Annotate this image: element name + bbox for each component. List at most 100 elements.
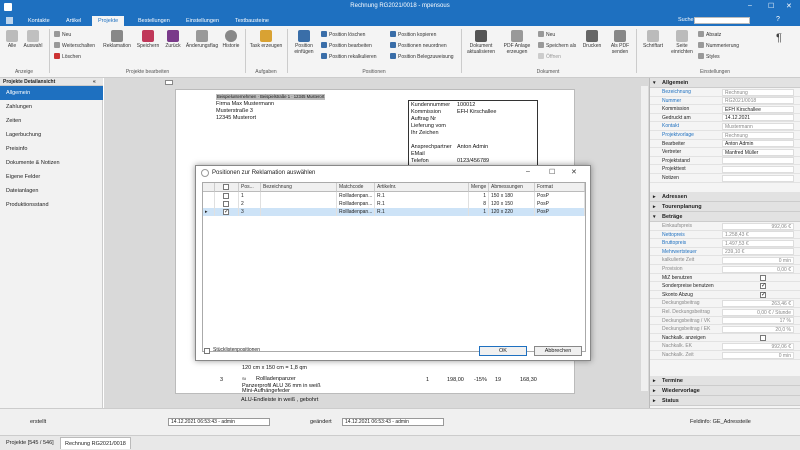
collapse-icon[interactable]: « — [93, 78, 96, 86]
maximize-icon[interactable]: ☐ — [549, 168, 555, 176]
absatz-button[interactable]: Absatz — [698, 31, 721, 38]
historie-button[interactable]: Historie — [220, 30, 242, 49]
table-row[interactable]: 2 Rollladenpan... R.1 8 120 x 150 PosP — [203, 200, 585, 208]
field-value[interactable]: Manfred Müller — [722, 148, 794, 156]
tab-kontakte[interactable]: Kontakte — [22, 16, 56, 26]
tab-einstellungen[interactable]: Einstellungen — [180, 16, 225, 26]
select-all-checkbox[interactable] — [223, 184, 229, 190]
field-value[interactable]: 20,0 % — [722, 325, 794, 333]
weiterschalten-button[interactable]: Weiterschalten — [54, 42, 95, 49]
field-value[interactable]: 0 min — [722, 351, 794, 359]
field-value[interactable]: 17 % — [722, 317, 794, 325]
maximize-icon[interactable]: ☐ — [768, 2, 774, 10]
field-value[interactable]: 0,00 € — [722, 265, 794, 273]
field-value[interactable]: 992,06 € — [722, 222, 794, 230]
nav-item-preisinfo[interactable]: Preisinfo — [0, 142, 103, 156]
oeffnen-button[interactable]: Öffnen — [538, 53, 561, 60]
drucken-button[interactable]: Drucken — [580, 30, 604, 49]
position-rekalkulieren-button[interactable]: Position rekalkulieren — [321, 53, 377, 60]
field-label[interactable]: Nummer — [662, 97, 681, 106]
field-value[interactable]: Rechnung — [722, 131, 794, 139]
field-value[interactable]: 0,00 € / Stunde — [722, 308, 794, 316]
field-value[interactable]: 14.12.2021 — [722, 114, 794, 122]
nav-item-zeiten[interactable]: Zeiten — [0, 114, 103, 128]
reklamation-button[interactable]: Reklamation — [102, 30, 132, 49]
auswahl-button[interactable]: Auswahl — [22, 30, 44, 49]
field-value[interactable]: 992,06 € — [722, 342, 794, 350]
field-value[interactable] — [722, 157, 794, 165]
section-betraege[interactable]: ▾ Beträge — [650, 212, 800, 222]
schriftart-button[interactable]: Schriftart — [638, 30, 668, 49]
minimize-icon[interactable]: – — [748, 2, 752, 9]
section-status[interactable]: ▸ Status — [650, 396, 800, 406]
field-label[interactable]: Bruttopreis — [662, 239, 686, 248]
field-checkbox[interactable]: ✓ — [760, 283, 766, 290]
tab-bestellungen[interactable]: Bestellungen — [132, 16, 176, 26]
column-header-abmessungen[interactable]: Abmessungen — [489, 183, 535, 192]
column-header-check[interactable] — [215, 183, 239, 192]
field-value[interactable]: Rechnung — [722, 88, 794, 96]
nav-item-dokumente[interactable]: Dokumente & Notizen — [0, 156, 103, 170]
speichern-button[interactable]: Speichern — [135, 30, 161, 49]
section-termine[interactable]: ▸ Termine — [650, 376, 800, 386]
column-header-menge[interactable]: Menge — [469, 183, 489, 192]
field-value[interactable]: Anton Admin — [722, 140, 794, 148]
row-checkbox[interactable] — [223, 193, 229, 199]
field-label[interactable]: Nettopreis — [662, 231, 685, 240]
position-bearbeiten-button[interactable]: Position bearbeiten — [321, 42, 372, 49]
row-checkbox[interactable] — [223, 201, 229, 207]
aenderungsflag-button[interactable]: Änderungsflag — [185, 30, 219, 49]
cancel-button[interactable]: Abbrechen — [534, 346, 582, 356]
vertical-scrollbar[interactable] — [641, 86, 648, 391]
tab-projekte[interactable]: Projekte — [92, 16, 125, 26]
tab-rechnung[interactable]: Rechnung RG2021/0018 — [60, 437, 131, 449]
neu-button[interactable]: Neu — [54, 31, 71, 38]
help-icon[interactable]: ? — [776, 16, 780, 23]
field-value[interactable]: 1.258,43 € — [722, 231, 794, 239]
home-icon[interactable] — [6, 17, 13, 24]
tab-artikel[interactable]: Artikel — [60, 16, 87, 26]
field-value[interactable]: EFH Kirschallee — [722, 105, 794, 113]
section-wiedervorlage[interactable]: ▸ Wiedervorlage — [650, 386, 800, 396]
field-value[interactable]: 0 min — [722, 256, 794, 264]
field-value[interactable]: 263,46 € — [722, 299, 794, 307]
seite-einrichten-button[interactable]: Seite einrichten — [670, 30, 694, 55]
column-header-bezeichnung[interactable]: Bezeichnung — [261, 183, 337, 192]
row-checkbox[interactable]: ✓ — [223, 209, 229, 215]
nummerierung-button[interactable]: Nummerierung — [698, 42, 739, 49]
field-checkbox[interactable] — [760, 334, 766, 341]
search-input[interactable] — [694, 17, 750, 24]
dok-neu-button[interactable]: Neu — [538, 31, 555, 38]
pilcrow-icon[interactable]: ¶ — [776, 32, 782, 44]
als-pdf-senden-button[interactable]: Als PDF senden — [606, 30, 634, 55]
section-tourenplanung[interactable]: ▸ Tourenplanung — [650, 202, 800, 212]
nav-item-allgemein[interactable]: Allgemein — [0, 86, 103, 100]
nav-item-dateianlagen[interactable]: Dateianlagen — [0, 184, 103, 198]
loeschen-button[interactable]: Löschen — [54, 53, 81, 60]
section-adressen[interactable]: ▸ Adressen — [650, 192, 800, 202]
section-allgemein[interactable]: ▾ Allgemein — [650, 78, 800, 88]
positionen-neuordnen-button[interactable]: Positionen neuordnen — [390, 42, 447, 49]
table-row[interactable]: ▸ ✓ 3 Rollladenpan... R.1 1 120 x 220 PosP — [203, 208, 585, 216]
field-value[interactable] — [722, 165, 794, 173]
table-row[interactable]: 1 Rollladenpan... R.1 1 150 x 180 PosP — [203, 192, 585, 200]
position-loeschen-button[interactable]: Position löschen — [321, 31, 365, 38]
field-value[interactable]: Mustermann — [722, 122, 794, 130]
pdf-anlage-button[interactable]: PDF Anlage erzeugen — [500, 30, 534, 55]
alle-button[interactable]: Alle — [4, 30, 20, 49]
position-belegzuweisung-button[interactable]: Position Belegzuweisung — [390, 53, 454, 60]
stuecklisten-checkbox[interactable] — [204, 348, 210, 354]
field-value[interactable]: 1.497,53 € — [722, 239, 794, 247]
close-icon[interactable]: ✕ — [571, 168, 577, 176]
tab-projekte-list[interactable]: Projekte [545 / 546] — [2, 437, 58, 449]
dokument-aktualisieren-button[interactable]: Dokument aktualisieren — [462, 30, 500, 55]
column-header-artikelnr[interactable]: Artikelnr. — [375, 183, 469, 192]
nav-item-zahlungen[interactable]: Zahlungen — [0, 100, 103, 114]
close-icon[interactable]: ✕ — [786, 2, 792, 10]
tab-textbausteine[interactable]: Textbausteine — [229, 16, 275, 26]
nav-item-produktionsstand[interactable]: Produktionsstand — [0, 198, 103, 212]
field-label[interactable]: Mehrwertsteuer — [662, 248, 697, 257]
column-header-matchcode[interactable]: Matchcode — [337, 183, 375, 192]
field-value[interactable]: RG2021/0018 — [722, 97, 794, 105]
ok-button[interactable]: OK — [479, 346, 527, 356]
